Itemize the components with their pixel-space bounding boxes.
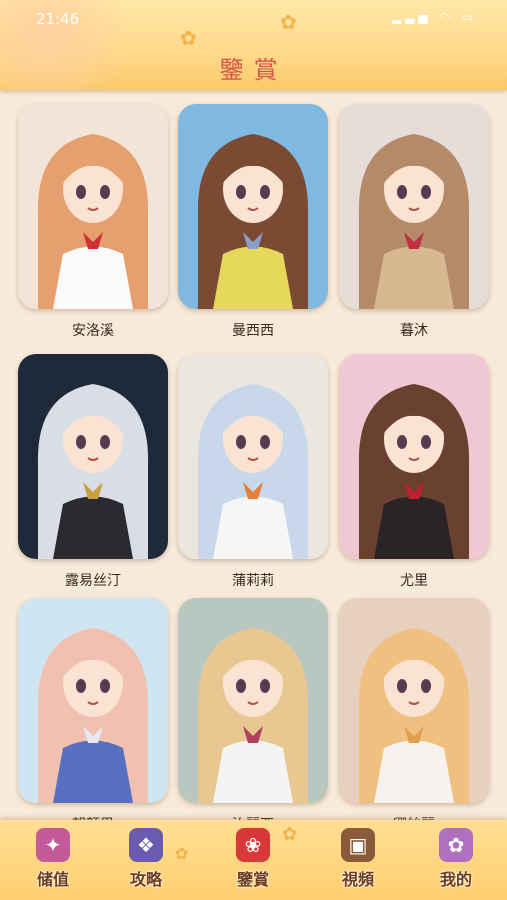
gallery-card[interactable]: 蒲莉莉 bbox=[178, 354, 328, 589]
nav-label: 鑒賞 bbox=[236, 870, 269, 889]
profile-card-icon: ✿ bbox=[439, 828, 473, 862]
nav-label: 储值 bbox=[36, 870, 69, 889]
character-name: 蒲莉莉 bbox=[232, 573, 274, 589]
status-icons: ▂▃▅ ◠ ▭ bbox=[391, 10, 477, 24]
character-portrait[interactable] bbox=[18, 104, 168, 309]
nav-label: 我的 bbox=[439, 870, 472, 889]
flower-decoration-icon: ✿ bbox=[180, 26, 197, 50]
gallery-card[interactable]: 暮沐 bbox=[339, 104, 489, 339]
rose-icon: ❀ bbox=[236, 828, 270, 862]
character-portrait[interactable] bbox=[178, 354, 328, 559]
page-title: 鑒賞 bbox=[219, 56, 288, 84]
character-portrait[interactable] bbox=[178, 598, 328, 803]
gallery-card[interactable]: 露易丝汀 bbox=[18, 354, 168, 589]
character-name: 尤里 bbox=[400, 573, 428, 589]
character-portrait[interactable] bbox=[18, 354, 168, 559]
character-name: 曼西西 bbox=[232, 323, 274, 339]
character-portrait[interactable] bbox=[18, 598, 168, 803]
nav-item-2[interactable]: ❖ 攻略 bbox=[111, 828, 181, 898]
gift-icon: ✦ bbox=[36, 828, 70, 862]
character-name: 露易丝汀 bbox=[65, 573, 121, 589]
status-time: 21:46 bbox=[36, 10, 80, 28]
nav-label: 視頻 bbox=[341, 870, 374, 889]
bottom-nav: ✿ ✿ ✦ 储值 ❖ 攻略 ❀ 鑒賞 ▣ 視頻 ✿ 我的 bbox=[0, 820, 507, 900]
gallery-card[interactable]: 卿絲麗 bbox=[339, 598, 489, 833]
top-bar: 21:46 ▂▃▅ ◠ ▭ ✿ ✿ 鑒賞 bbox=[0, 0, 507, 90]
character-name: 安洛溪 bbox=[72, 323, 114, 339]
gallery-card[interactable]: 尤里 bbox=[339, 354, 489, 589]
character-portrait[interactable] bbox=[339, 354, 489, 559]
gallery-card[interactable]: 安洛溪 bbox=[18, 104, 168, 339]
book-icon: ❖ bbox=[129, 828, 163, 862]
nav-item-5[interactable]: ✿ 我的 bbox=[421, 828, 491, 898]
nav-item-4[interactable]: ▣ 視頻 bbox=[323, 828, 393, 898]
character-portrait[interactable] bbox=[339, 104, 489, 309]
film-icon: ▣ bbox=[341, 828, 375, 862]
nav-item-1[interactable]: ✦ 储值 bbox=[18, 828, 88, 898]
nav-label: 攻略 bbox=[129, 870, 162, 889]
character-portrait[interactable] bbox=[339, 598, 489, 803]
flower-decoration-icon: ✿ bbox=[280, 10, 297, 34]
character-name: 暮沐 bbox=[400, 323, 428, 339]
gallery-card[interactable]: 汝麗西 bbox=[178, 598, 328, 833]
gallery-card[interactable]: 曼西西 bbox=[178, 104, 328, 339]
character-portrait[interactable] bbox=[178, 104, 328, 309]
nav-item-3[interactable]: ❀ 鑒賞 bbox=[218, 828, 288, 898]
gallery-card[interactable]: 朝顏里 bbox=[18, 598, 168, 833]
